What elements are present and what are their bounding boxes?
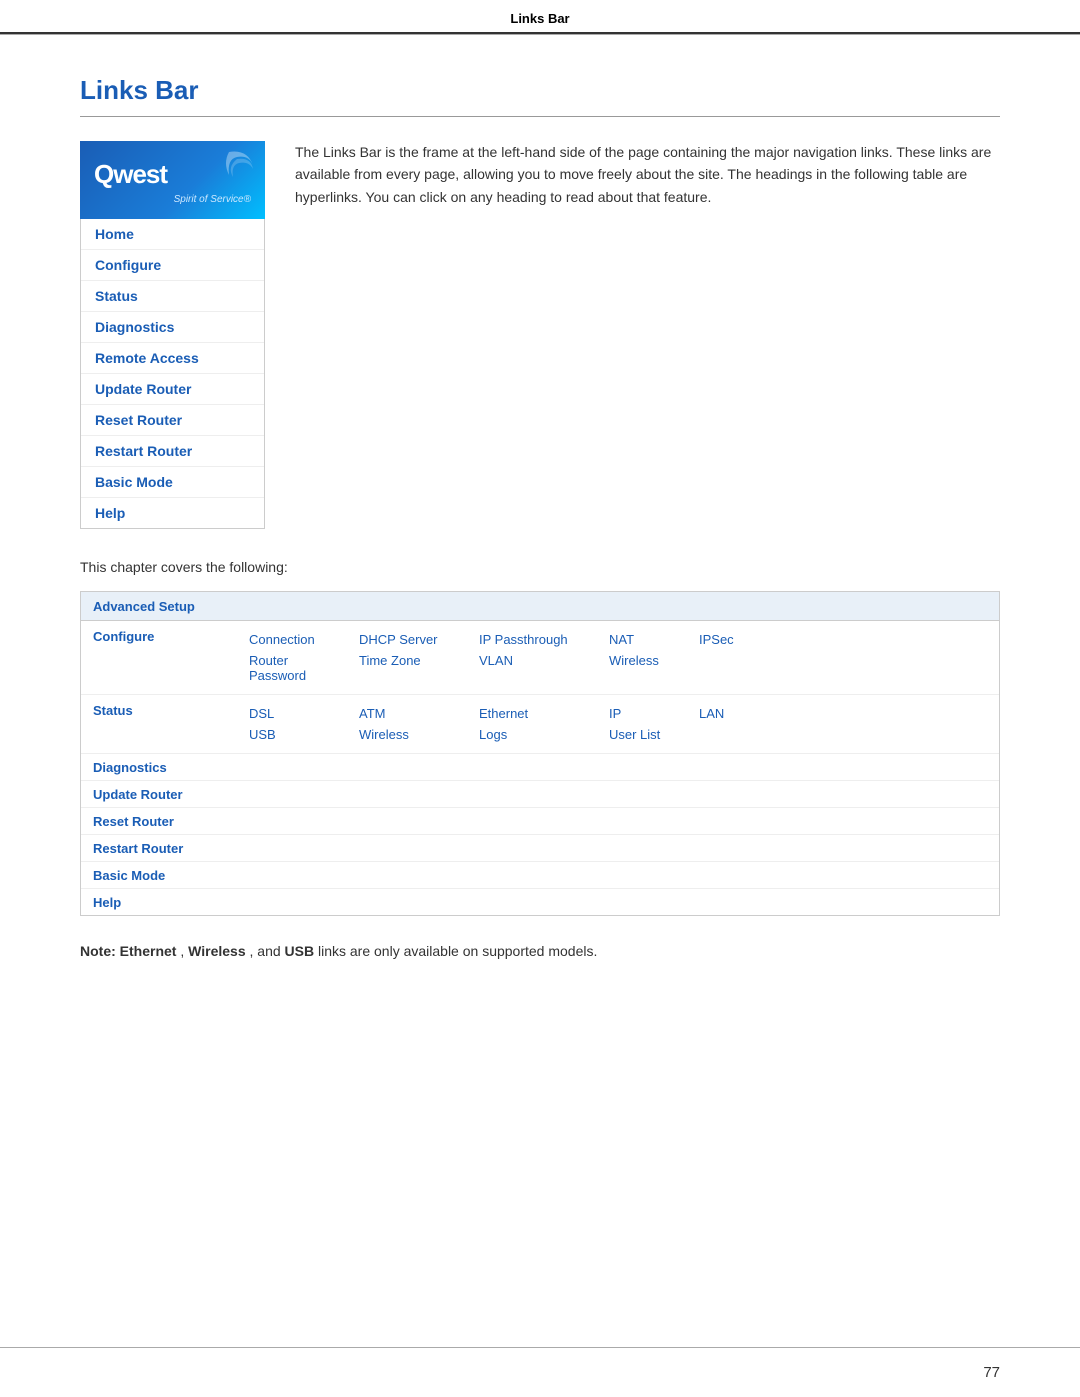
table-row-basic-mode: Basic Mode xyxy=(81,862,999,889)
note-wireless: Wireless xyxy=(188,943,245,959)
status-label[interactable]: Status xyxy=(81,699,241,749)
sidebar-nav-restart-router[interactable]: Restart Router xyxy=(81,436,264,467)
link-atm[interactable]: ATM xyxy=(351,704,471,723)
sidebar-nav-remote-access[interactable]: Remote Access xyxy=(81,343,264,374)
link-diagnostics[interactable]: Diagnostics xyxy=(93,760,167,775)
note-ethernet: Ethernet xyxy=(120,943,177,959)
link-ipsec[interactable]: IPSec xyxy=(691,630,771,649)
note-usb: USB xyxy=(285,943,315,959)
link-dsl[interactable]: DSL xyxy=(241,704,351,723)
table-row-help: Help xyxy=(81,889,999,915)
main-content: Links Bar Qwest Spirit of Service® xyxy=(0,35,1080,1347)
sidebar-nav: Home Configure Status Diagnostics Remote… xyxy=(80,219,265,529)
link-router-password[interactable]: Router Password xyxy=(241,651,351,685)
link-nat[interactable]: NAT xyxy=(601,630,691,649)
intro-description: The Links Bar is the frame at the left-h… xyxy=(295,141,1000,529)
link-reset-router[interactable]: Reset Router xyxy=(93,814,174,829)
intro-section: Qwest Spirit of Service® Home Configure … xyxy=(80,141,1000,529)
table-header-row: Advanced Setup xyxy=(81,592,999,621)
link-time-zone[interactable]: Time Zone xyxy=(351,651,471,685)
note-comma-1: , xyxy=(180,943,188,959)
sidebar-nav-update-router[interactable]: Update Router xyxy=(81,374,264,405)
top-header: Links Bar xyxy=(0,0,1080,34)
chapter-intro: This chapter covers the following: xyxy=(80,559,1000,575)
link-dhcp-server[interactable]: DHCP Server xyxy=(351,630,471,649)
link-help[interactable]: Help xyxy=(93,895,121,910)
link-logs[interactable]: Logs xyxy=(471,725,601,744)
note-label: Note: xyxy=(80,943,120,959)
link-lan[interactable]: LAN xyxy=(691,704,771,723)
link-wireless-status[interactable]: Wireless xyxy=(351,725,471,744)
configure-label[interactable]: Configure xyxy=(81,625,241,690)
spirit-of-service-text: Spirit of Service® xyxy=(94,194,251,205)
table-header-label: Advanced Setup xyxy=(93,599,195,614)
qwest-swoosh-icon xyxy=(219,147,255,185)
link-usb[interactable]: USB xyxy=(241,725,351,744)
links-table: Advanced Setup Configure Connection DHCP… xyxy=(80,591,1000,916)
link-wireless-configure[interactable]: Wireless xyxy=(601,651,691,685)
note-section: Note: Ethernet , Wireless , and USB link… xyxy=(80,940,1000,962)
sidebar-mockup: Qwest Spirit of Service® Home Configure … xyxy=(80,141,265,529)
intro-text: The Links Bar is the frame at the left-h… xyxy=(295,141,1000,208)
status-links: DSL ATM Ethernet IP LAN USB Wireless Log… xyxy=(241,699,999,749)
sidebar-nav-basic-mode[interactable]: Basic Mode xyxy=(81,467,264,498)
page-title: Links Bar xyxy=(80,75,1000,117)
qwest-logo-text: Qwest xyxy=(94,159,167,190)
sidebar-nav-configure[interactable]: Configure xyxy=(81,250,264,281)
table-row-status: Status DSL ATM Ethernet IP LAN xyxy=(81,695,999,754)
link-connection[interactable]: Connection xyxy=(241,630,351,649)
sidebar-nav-home[interactable]: Home xyxy=(81,219,264,250)
table-row-update-router: Update Router xyxy=(81,781,999,808)
table-row-reset-router: Reset Router xyxy=(81,808,999,835)
sidebar-nav-reset-router[interactable]: Reset Router xyxy=(81,405,264,436)
sidebar-logo-area: Qwest Spirit of Service® xyxy=(80,141,265,219)
table-row-diagnostics: Diagnostics xyxy=(81,754,999,781)
table-row-configure: Configure Connection DHCP Server IP Pass… xyxy=(81,621,999,695)
sidebar-nav-help[interactable]: Help xyxy=(81,498,264,528)
link-user-list[interactable]: User List xyxy=(601,725,691,744)
qwest-logo: Qwest xyxy=(94,159,251,190)
header-title: Links Bar xyxy=(510,11,569,26)
table-row-restart-router: Restart Router xyxy=(81,835,999,862)
note-comma-2: , and xyxy=(250,943,285,959)
link-ip-passthrough[interactable]: IP Passthrough xyxy=(471,630,601,649)
link-vlan[interactable]: VLAN xyxy=(471,651,601,685)
link-ethernet[interactable]: Ethernet xyxy=(471,704,601,723)
sidebar-nav-diagnostics[interactable]: Diagnostics xyxy=(81,312,264,343)
note-text: Note: Ethernet , Wireless , and USB link… xyxy=(80,940,1000,962)
link-update-router[interactable]: Update Router xyxy=(93,787,183,802)
link-basic-mode[interactable]: Basic Mode xyxy=(93,868,165,883)
table-body: Configure Connection DHCP Server IP Pass… xyxy=(81,621,999,915)
page-wrapper: Links Bar Links Bar Qwest Spi xyxy=(0,0,1080,1397)
link-ip[interactable]: IP xyxy=(601,704,691,723)
sidebar-nav-status[interactable]: Status xyxy=(81,281,264,312)
note-suffix: links are only available on supported mo… xyxy=(318,943,597,959)
page-number: 77 xyxy=(983,1364,1000,1381)
footer: 77 xyxy=(0,1347,1080,1397)
link-restart-router[interactable]: Restart Router xyxy=(93,841,183,856)
configure-links: Connection DHCP Server IP Passthrough NA… xyxy=(241,625,999,690)
